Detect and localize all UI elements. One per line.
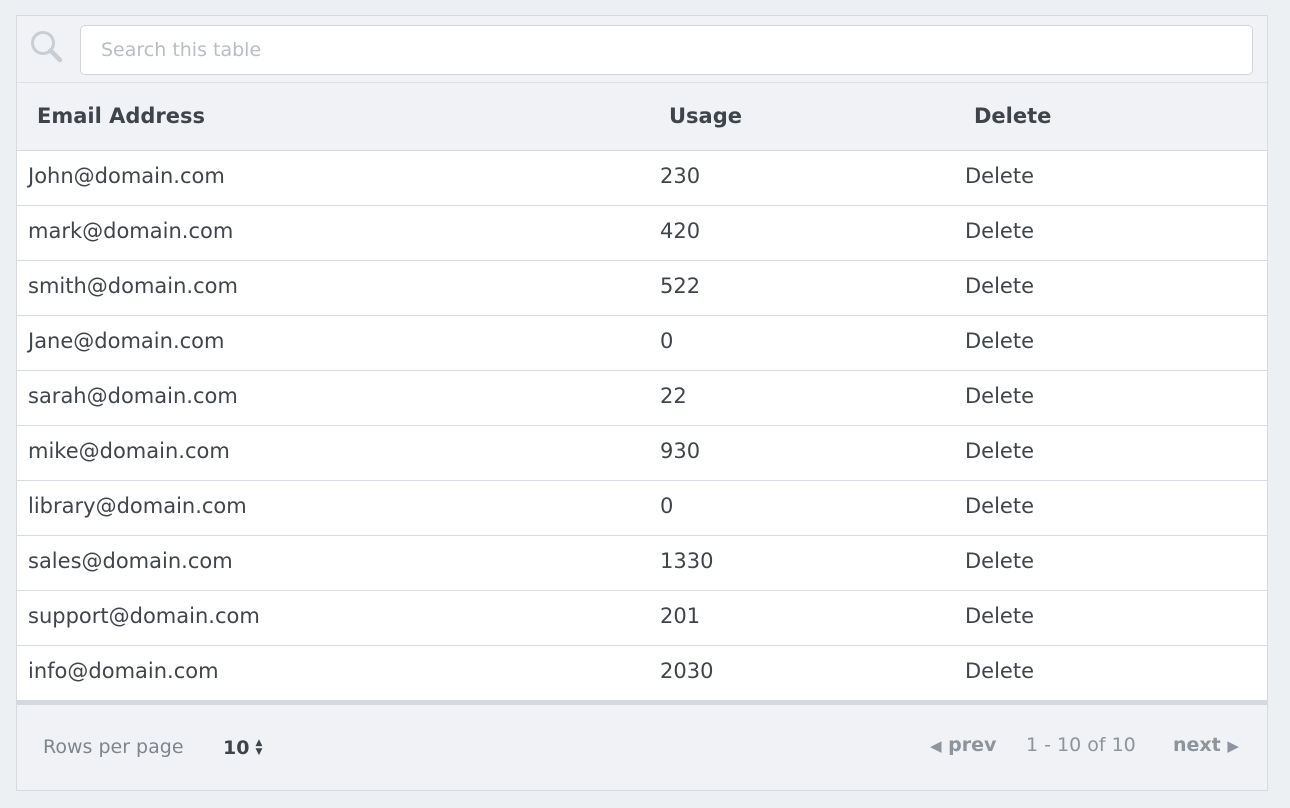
table-row: mike@domain.com 930 Delete xyxy=(17,426,1267,481)
table-row: mark@domain.com 420 Delete xyxy=(17,206,1267,261)
email-cell: library@domain.com xyxy=(28,494,247,518)
email-cell: smith@domain.com xyxy=(28,274,238,298)
next-page-button[interactable]: next ▶ xyxy=(1173,705,1239,785)
table-header: Email Address Usage Delete xyxy=(17,83,1267,151)
table-row: John@domain.com 230 Delete xyxy=(17,151,1267,206)
table-row: support@domain.com 201 Delete xyxy=(17,591,1267,646)
usage-cell: 0 xyxy=(660,329,674,353)
column-header-email[interactable]: Email Address xyxy=(37,83,205,150)
table-body: John@domain.com 230 Delete mark@domain.c… xyxy=(17,151,1267,700)
email-cell: mark@domain.com xyxy=(28,219,234,243)
rows-per-page-select[interactable]: 10 ▲ ▼ xyxy=(223,733,262,763)
page-info: 1 - 10 of 10 xyxy=(1026,734,1136,756)
table-footer: Rows per page 10 ▲ ▼ ◀ prev 1 - 10 of 10 … xyxy=(17,705,1267,790)
usage-cell: 230 xyxy=(660,164,701,188)
prev-label: prev xyxy=(948,734,997,756)
email-cell: sales@domain.com xyxy=(28,549,233,573)
email-cell: Jane@domain.com xyxy=(28,329,225,353)
caret-right-icon: ▶ xyxy=(1227,737,1239,755)
prev-page-button[interactable]: ◀ prev xyxy=(930,705,996,785)
search-input[interactable] xyxy=(80,25,1253,75)
usage-cell: 930 xyxy=(660,439,701,463)
column-header-delete[interactable]: Delete xyxy=(974,83,1051,150)
table-row: info@domain.com 2030 Delete xyxy=(17,646,1267,700)
delete-link[interactable]: Delete xyxy=(965,426,1034,480)
next-label: next xyxy=(1173,734,1221,756)
delete-link[interactable]: Delete xyxy=(965,536,1034,590)
delete-link[interactable]: Delete xyxy=(965,206,1034,260)
email-cell: info@domain.com xyxy=(28,659,219,683)
email-cell: sarah@domain.com xyxy=(28,384,238,408)
table-row: smith@domain.com 522 Delete xyxy=(17,261,1267,316)
rows-per-page-value: 10 xyxy=(223,737,250,759)
table-row: library@domain.com 0 Delete xyxy=(17,481,1267,536)
table-panel: Email Address Usage Delete John@domain.c… xyxy=(16,15,1268,791)
delete-link[interactable]: Delete xyxy=(965,316,1034,370)
delete-link[interactable]: Delete xyxy=(965,261,1034,315)
usage-cell: 22 xyxy=(660,384,687,408)
delete-link[interactable]: Delete xyxy=(965,371,1034,425)
usage-cell: 0 xyxy=(660,494,674,518)
table-row: Jane@domain.com 0 Delete xyxy=(17,316,1267,371)
search-icon xyxy=(31,31,63,63)
delete-link[interactable]: Delete xyxy=(965,481,1034,535)
caret-left-icon: ◀ xyxy=(930,737,942,755)
table-row: sarah@domain.com 22 Delete xyxy=(17,371,1267,426)
email-cell: support@domain.com xyxy=(28,604,260,628)
delete-link[interactable]: Delete xyxy=(965,591,1034,645)
email-cell: mike@domain.com xyxy=(28,439,230,463)
usage-cell: 522 xyxy=(660,274,701,298)
usage-cell: 2030 xyxy=(660,659,714,683)
search-bar xyxy=(17,16,1267,83)
usage-cell: 420 xyxy=(660,219,701,243)
usage-cell: 1330 xyxy=(660,549,714,573)
table-row: sales@domain.com 1330 Delete xyxy=(17,536,1267,591)
email-cell: John@domain.com xyxy=(28,164,225,188)
sort-arrows-icon: ▲ ▼ xyxy=(255,738,263,757)
delete-link[interactable]: Delete xyxy=(965,151,1034,205)
delete-link[interactable]: Delete xyxy=(965,646,1034,700)
rows-per-page-label: Rows per page xyxy=(43,736,184,758)
column-header-usage[interactable]: Usage xyxy=(669,83,742,150)
usage-cell: 201 xyxy=(660,604,701,628)
